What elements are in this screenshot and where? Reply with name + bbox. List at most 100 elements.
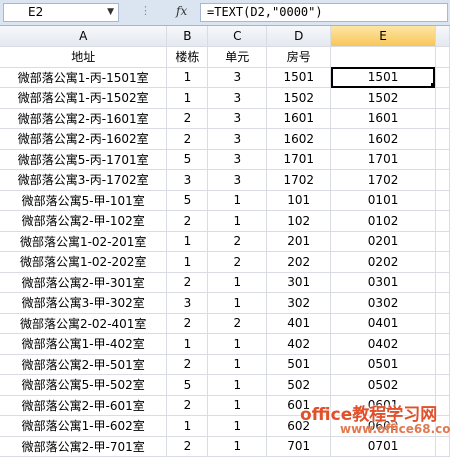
insert-function-icon[interactable]: fx — [176, 4, 187, 18]
cell-c15[interactable]: 1 — [207, 333, 268, 355]
column-header-b[interactable]: B — [166, 26, 209, 47]
cell-a8[interactable]: 微部落公寓5-甲-101室 — [0, 190, 168, 211]
cell-e5[interactable]: 1602 — [330, 128, 436, 150]
cell-b9[interactable]: 2 — [166, 210, 209, 232]
cell-d19[interactable]: 602 — [266, 415, 332, 437]
cell-e16[interactable]: 0501 — [330, 354, 436, 375]
cell-d3[interactable]: 1502 — [266, 87, 332, 109]
cell-c6[interactable]: 3 — [207, 149, 268, 170]
cell-a19[interactable]: 微部落公寓1-甲-602室 — [0, 415, 168, 437]
cell-c14[interactable]: 2 — [207, 313, 268, 334]
cell-e17[interactable]: 0502 — [330, 374, 436, 396]
cell-c16[interactable]: 1 — [207, 354, 268, 375]
cell-c7[interactable]: 3 — [207, 169, 268, 191]
cell-c10[interactable]: 2 — [207, 231, 268, 252]
cell-c5[interactable]: 3 — [207, 128, 268, 150]
cell-e8[interactable]: 0101 — [330, 190, 436, 211]
cell-d13[interactable]: 302 — [266, 292, 332, 314]
cell-a17[interactable]: 微部落公寓5-甲-502室 — [0, 374, 168, 396]
cell-c8[interactable]: 1 — [207, 190, 268, 211]
chevron-down-icon[interactable]: ▼ — [107, 4, 114, 21]
cell-d1[interactable]: 房号 — [266, 46, 332, 68]
cell-e9[interactable]: 0102 — [330, 210, 436, 232]
cell-b19[interactable]: 1 — [166, 415, 209, 437]
cell-d8[interactable]: 101 — [266, 190, 332, 211]
cell-c4[interactable]: 3 — [207, 108, 268, 129]
cell-a13[interactable]: 微部落公寓3-甲-302室 — [0, 292, 168, 314]
cell-e10[interactable]: 0201 — [330, 231, 436, 252]
cell-a6[interactable]: 微部落公寓5-丙-1701室 — [0, 149, 168, 170]
name-box[interactable]: E2 ▼ — [3, 3, 119, 22]
cell-d10[interactable]: 201 — [266, 231, 332, 252]
formula-input[interactable]: =TEXT(D2,"0000") — [200, 3, 448, 22]
cell-d17[interactable]: 502 — [266, 374, 332, 396]
cell-b14[interactable]: 2 — [166, 313, 209, 334]
cell-a11[interactable]: 微部落公寓1-02-202室 — [0, 251, 168, 273]
cell-d14[interactable]: 401 — [266, 313, 332, 334]
cell-a4[interactable]: 微部落公寓2-丙-1601室 — [0, 108, 168, 129]
cell-d15[interactable]: 402 — [266, 333, 332, 355]
cell-a9[interactable]: 微部落公寓2-甲-102室 — [0, 210, 168, 232]
cell-a2[interactable]: 微部落公寓1-丙-1501室 — [0, 67, 168, 88]
cell-a1[interactable]: 地址 — [0, 46, 168, 68]
cell-b20[interactable]: 2 — [166, 436, 209, 457]
cell-e19[interactable]: 0602 — [330, 415, 436, 437]
cell-b7[interactable]: 3 — [166, 169, 209, 191]
cell-d4[interactable]: 1601 — [266, 108, 332, 129]
cell-e13[interactable]: 0302 — [330, 292, 436, 314]
cell-e14[interactable]: 0401 — [330, 313, 436, 334]
column-header-e[interactable]: E — [330, 26, 436, 47]
cell-d7[interactable]: 1702 — [266, 169, 332, 191]
cell-c9[interactable]: 1 — [207, 210, 268, 232]
cell-b13[interactable]: 3 — [166, 292, 209, 314]
cell-b16[interactable]: 2 — [166, 354, 209, 375]
cell-e3[interactable]: 1502 — [330, 87, 436, 109]
cell-a18[interactable]: 微部落公寓2-甲-601室 — [0, 395, 168, 416]
cell-e20[interactable]: 0701 — [330, 436, 436, 457]
cell-c18[interactable]: 1 — [207, 395, 268, 416]
cell-c11[interactable]: 2 — [207, 251, 268, 273]
cell-b1[interactable]: 楼栋 — [166, 46, 209, 68]
cell-c3[interactable]: 3 — [207, 87, 268, 109]
cell-b8[interactable]: 5 — [166, 190, 209, 211]
cell-c17[interactable]: 1 — [207, 374, 268, 396]
cell-b18[interactable]: 2 — [166, 395, 209, 416]
cell-a15[interactable]: 微部落公寓1-甲-402室 — [0, 333, 168, 355]
cell-c1[interactable]: 单元 — [207, 46, 268, 68]
cell-c20[interactable]: 1 — [207, 436, 268, 457]
cell-a10[interactable]: 微部落公寓1-02-201室 — [0, 231, 168, 252]
cell-d11[interactable]: 202 — [266, 251, 332, 273]
cell-a12[interactable]: 微部落公寓2-甲-301室 — [0, 272, 168, 293]
cell-e4[interactable]: 1601 — [330, 108, 436, 129]
cell-d2[interactable]: 1501 — [266, 67, 332, 88]
cell-e15[interactable]: 0402 — [330, 333, 436, 355]
cell-c19[interactable]: 1 — [207, 415, 268, 437]
cell-d9[interactable]: 102 — [266, 210, 332, 232]
cell-e1[interactable] — [330, 46, 436, 68]
cell-b15[interactable]: 1 — [166, 333, 209, 355]
cell-d5[interactable]: 1602 — [266, 128, 332, 150]
cell-e2[interactable]: 1501 — [330, 67, 436, 88]
cell-a14[interactable]: 微部落公寓2-02-401室 — [0, 313, 168, 334]
cell-b6[interactable]: 5 — [166, 149, 209, 170]
column-header-c[interactable]: C — [207, 26, 268, 47]
cell-a20[interactable]: 微部落公寓2-甲-701室 — [0, 436, 168, 457]
cell-b12[interactable]: 2 — [166, 272, 209, 293]
cell-b2[interactable]: 1 — [166, 67, 209, 88]
cell-d20[interactable]: 701 — [266, 436, 332, 457]
cell-e18[interactable]: 0601 — [330, 395, 436, 416]
cell-a3[interactable]: 微部落公寓1-丙-1502室 — [0, 87, 168, 109]
cell-b11[interactable]: 1 — [166, 251, 209, 273]
cell-a5[interactable]: 微部落公寓2-丙-1602室 — [0, 128, 168, 150]
cell-e12[interactable]: 0301 — [330, 272, 436, 293]
cell-b17[interactable]: 5 — [166, 374, 209, 396]
cell-d18[interactable]: 601 — [266, 395, 332, 416]
cell-e7[interactable]: 1702 — [330, 169, 436, 191]
cell-d6[interactable]: 1701 — [266, 149, 332, 170]
cell-d12[interactable]: 301 — [266, 272, 332, 293]
cell-c13[interactable]: 1 — [207, 292, 268, 314]
fill-handle[interactable] — [430, 83, 435, 87]
cell-a16[interactable]: 微部落公寓2-甲-501室 — [0, 354, 168, 375]
cell-b10[interactable]: 1 — [166, 231, 209, 252]
cell-b3[interactable]: 1 — [166, 87, 209, 109]
